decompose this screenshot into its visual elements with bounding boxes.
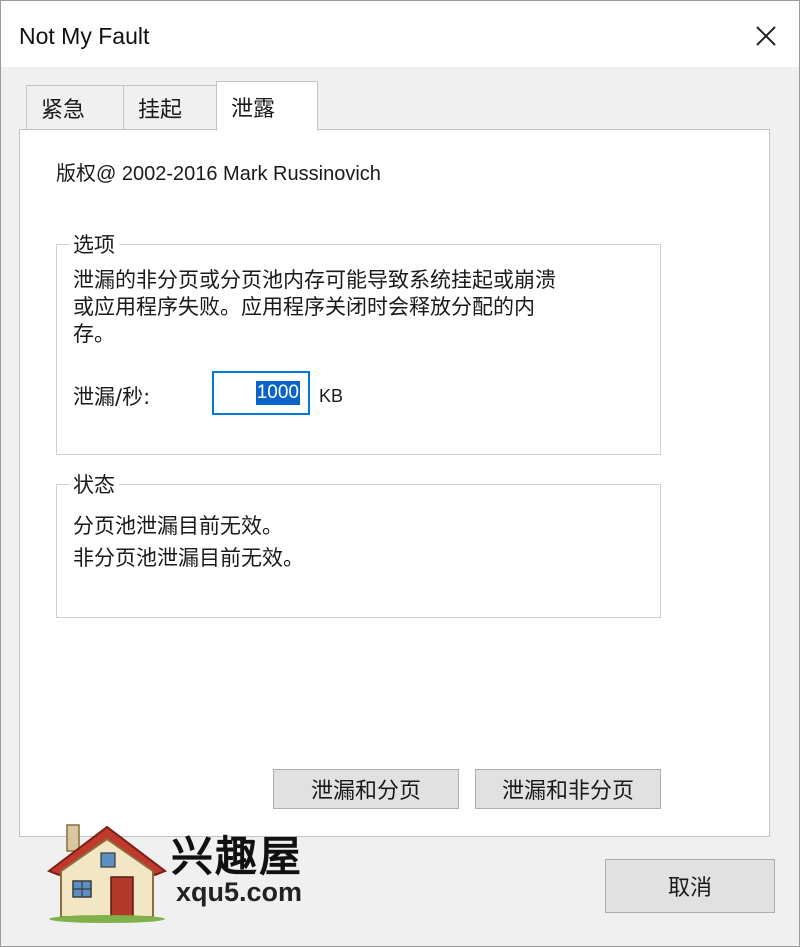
window-title: Not My Fault xyxy=(19,23,150,49)
options-group: 选项 泄漏的非分页或分页池内存可能导致系统挂起或崩溃 或应用程序失败。应用程序关… xyxy=(56,229,661,455)
close-icon xyxy=(756,26,776,46)
description-line: 存。 xyxy=(73,322,115,346)
status-paged: 分页池泄漏目前无效。 xyxy=(73,514,283,538)
button-label: 泄漏和分页 xyxy=(310,779,421,804)
leak-nonpaged-button[interactable]: 泄漏和非分页 xyxy=(475,769,661,809)
leak-rate-unit: KB xyxy=(319,386,344,406)
status-group: 状态 分页池泄漏目前无效。 非分页池泄漏目前无效。 xyxy=(56,469,661,618)
cancel-button[interactable]: 取消 xyxy=(605,859,775,913)
options-group-title: 选项 xyxy=(69,229,119,259)
description-line: 或应用程序失败。应用程序关闭时会释放分配的内 xyxy=(73,295,535,319)
dialog-window: Not My Fault 紧急 挂起 泄露 版权@ 2002-2016 Mark… xyxy=(0,0,800,947)
status-group-title: 状态 xyxy=(69,469,119,499)
watermark-name: 兴趣屋 xyxy=(171,832,304,881)
options-description: 泄漏的非分页或分页池内存可能导致系统挂起或崩溃 或应用程序失败。应用程序关闭时会… xyxy=(73,267,643,348)
leak-rate-label: 泄漏/秒: xyxy=(73,385,151,409)
button-label: 取消 xyxy=(667,876,712,901)
tab-label: 紧急 xyxy=(41,97,86,123)
leak-rate-input[interactable]: 1000 xyxy=(212,371,310,415)
tab-leak[interactable]: 泄露 xyxy=(216,81,318,131)
watermark-url: xqu5.com xyxy=(176,877,303,907)
button-label: 泄漏和非分页 xyxy=(501,779,634,804)
tab-label: 挂起 xyxy=(138,97,183,123)
tab-panel-leak: 版权@ 2002-2016 Mark Russinovich 选项 泄漏的非分页… xyxy=(19,129,770,837)
close-button[interactable] xyxy=(743,13,789,59)
leak-paged-button[interactable]: 泄漏和分页 xyxy=(273,769,459,809)
tab-label: 泄露 xyxy=(231,96,276,122)
tab-crash[interactable]: 紧急 xyxy=(26,85,124,129)
description-line: 泄漏的非分页或分页池内存可能导致系统挂起或崩溃 xyxy=(73,268,556,292)
status-nonpaged: 非分页池泄漏目前无效。 xyxy=(73,546,304,570)
leak-rate-value: 1000 xyxy=(255,381,300,405)
tab-hang[interactable]: 挂起 xyxy=(123,85,217,129)
title-bar: Not My Fault xyxy=(1,1,799,67)
house-logo-icon xyxy=(46,824,168,923)
copyright-text: 版权@ 2002-2016 Mark Russinovich xyxy=(56,163,381,185)
